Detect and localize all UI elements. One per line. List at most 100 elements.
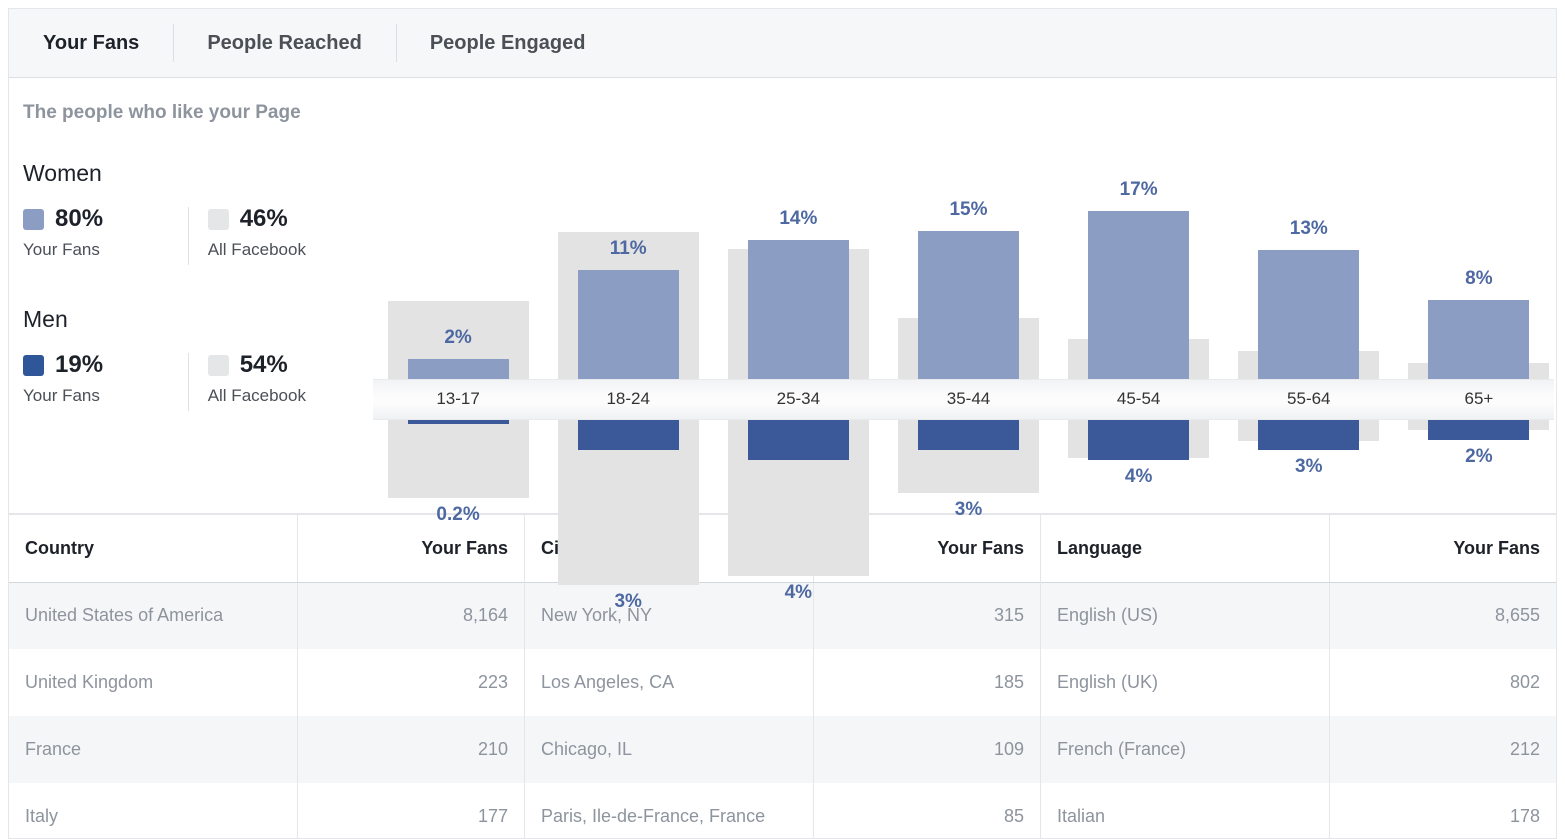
- men-all-facebook-pct: 54%: [239, 351, 288, 378]
- women-value-label: 2%: [444, 327, 472, 349]
- women-color-swatch-icon: [23, 208, 44, 230]
- women-value-label: 13%: [1289, 218, 1328, 240]
- women-your-fans-pct: 80%: [55, 205, 104, 232]
- tab-people-reached[interactable]: People Reached: [173, 9, 396, 77]
- table-row[interactable]: United States of America 8,164: [9, 582, 524, 649]
- chart-x-tick: 65+: [1464, 389, 1494, 408]
- table-header-row: Language Your Fans: [1041, 515, 1556, 583]
- men-fans-bar: [407, 420, 509, 424]
- chart-x-tick: 35-44: [946, 389, 991, 408]
- row-label: Italian: [1057, 806, 1106, 826]
- women-fans-bar: [747, 240, 849, 379]
- men-value-label: 4%: [784, 581, 813, 603]
- all-facebook-color-swatch-icon: [207, 208, 229, 230]
- table-row[interactable]: English (UK) 802: [1041, 649, 1556, 716]
- legend-heading-men: Men: [23, 306, 68, 332]
- table-row[interactable]: French (France) 212: [1041, 716, 1556, 783]
- tab-people-engaged[interactable]: People Engaged: [395, 9, 620, 77]
- tab-your-fans-label: Your Fans: [43, 31, 140, 54]
- chart-group: 13% 3% 55-64: [1224, 96, 1394, 513]
- men-fans-bar: [917, 420, 1019, 450]
- men-your-fans-pct: 19%: [55, 351, 104, 378]
- table-row[interactable]: Chicago, IL 109: [525, 716, 1040, 783]
- chart-group: 15% 3% 35-44: [883, 96, 1053, 520]
- row-label: Chicago, IL: [525, 716, 814, 783]
- column-header-name[interactable]: Country: [9, 515, 298, 583]
- men-fans-bar: [747, 420, 849, 460]
- card-title: The people who like your Page: [23, 102, 301, 123]
- men-value-label: 2%: [1465, 445, 1493, 467]
- row-value: 8,655: [1328, 582, 1556, 649]
- gender-legend: Women 80% Your Fans 46% All Facebook Men…: [23, 160, 353, 452]
- row-value: 223: [296, 649, 524, 716]
- men-color-swatch-icon: [23, 354, 44, 376]
- women-fans-bar: [1258, 250, 1360, 379]
- chart-group: 8% 2% 65+: [1394, 96, 1564, 513]
- women-value-label: 17%: [1119, 178, 1158, 200]
- column-header-your-fans[interactable]: Your Fans: [1328, 515, 1556, 583]
- men-fans-bar: [577, 420, 679, 450]
- men-value-label: 0.2%: [436, 503, 480, 525]
- demographics-card: The people who like your Page Women 80% …: [8, 78, 1557, 612]
- table-row[interactable]: France 210: [9, 716, 524, 783]
- row-label: Paris, Ile-de-France, France: [541, 806, 766, 826]
- column-header-name[interactable]: Language: [1041, 515, 1330, 583]
- chart-x-tick: 13-17: [436, 389, 480, 408]
- row-value: 85: [812, 783, 1040, 838]
- row-label: French (France): [1041, 716, 1330, 783]
- table-row[interactable]: Paris, Ile-de-France, France 85: [525, 783, 1040, 838]
- women-value-label: 15%: [949, 198, 988, 220]
- men-value-label: 4%: [1124, 465, 1153, 487]
- table-row[interactable]: Italy 177: [9, 783, 524, 838]
- country-table: Country Your Fans United States of America…: [8, 514, 524, 839]
- legend-group-men: Men 19% Your Fans 54% All Facebook: [23, 306, 353, 411]
- row-label: France: [9, 716, 298, 783]
- women-value-label: 11%: [609, 238, 647, 260]
- legend-group-women: Women 80% Your Fans 46% All Facebook: [23, 160, 353, 265]
- women-all-facebook-pct: 46%: [239, 205, 288, 232]
- all-facebook-color-swatch-icon: [207, 354, 229, 376]
- table-row[interactable]: United Kingdom 223: [9, 649, 524, 716]
- tab-people-reached-label: People Reached: [207, 31, 362, 54]
- men-value-label: 3%: [954, 498, 983, 520]
- women-fans-bar: [1428, 299, 1530, 379]
- table-row[interactable]: English (US) 8,655: [1041, 582, 1556, 649]
- women-fans-bar: [407, 359, 509, 379]
- chart-group: 17% 4% 45-54: [1054, 96, 1224, 513]
- row-label: Los Angeles, CA: [541, 672, 675, 692]
- men-fans-bar: [1088, 420, 1190, 460]
- language-table: Language Your Fans English (US) 8,655 Englis…: [1040, 514, 1557, 839]
- legend-men-all-facebook: 54% All Facebook: [187, 351, 353, 411]
- chart-group: 11% 3% 18-24: [543, 96, 713, 612]
- age-gender-chart: 2% 0.2% 13-17 11% 3% 18-24 14% 4% 25-34 15% 3% 35-4…: [373, 96, 1554, 612]
- row-value: 212: [1328, 716, 1556, 783]
- chart-x-tick: 55-64: [1287, 389, 1331, 408]
- tab-people-engaged-label: People Engaged: [429, 31, 586, 54]
- row-value: 210: [296, 716, 524, 783]
- table-row[interactable]: Los Angeles, CA 185: [525, 649, 1040, 716]
- row-value: 178: [1328, 783, 1556, 838]
- men-value-label: 3%: [614, 590, 642, 612]
- men-your-fans-label: Your Fans: [23, 386, 100, 405]
- row-value: 109: [812, 716, 1040, 783]
- men-value-label: 3%: [1295, 455, 1323, 477]
- legend-women-all-facebook: 46% All Facebook: [187, 205, 353, 265]
- row-label: United States of America: [9, 582, 298, 649]
- men-all-facebook-label: All Facebook: [207, 386, 306, 405]
- table-row[interactable]: Italian 178: [1041, 783, 1556, 838]
- row-value: 177: [296, 783, 524, 838]
- legend-heading-women: Women: [23, 160, 102, 186]
- legend-women-your-fans: 80% Your Fans: [23, 205, 188, 260]
- chart-x-tick: 25-34: [776, 389, 821, 408]
- row-value: 185: [812, 649, 1040, 716]
- row-label: Italy: [25, 806, 59, 826]
- women-your-fans-label: Your Fans: [23, 240, 100, 259]
- women-fans-bar: [1088, 210, 1190, 379]
- row-value: 802: [1328, 649, 1556, 716]
- women-value-label: 14%: [779, 208, 818, 230]
- row-label: English (US): [1041, 582, 1330, 649]
- tab-your-fans[interactable]: Your Fans: [9, 9, 173, 77]
- chart-group: 2% 0.2% 13-17: [373, 96, 543, 525]
- row-value: 8,164: [296, 582, 524, 649]
- women-value-label: 8%: [1465, 267, 1493, 289]
